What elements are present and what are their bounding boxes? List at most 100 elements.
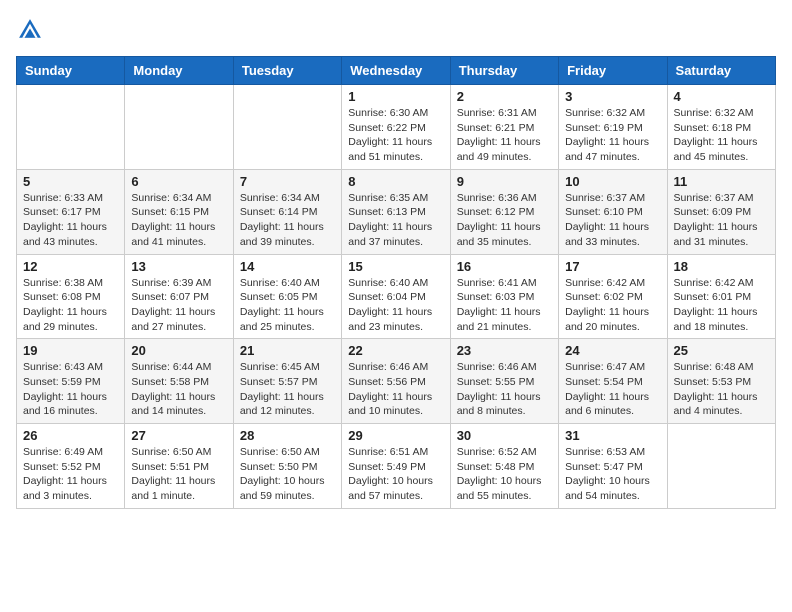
calendar-cell: 1 Sunrise: 6:30 AM Sunset: 6:22 PM Daylig… [342,85,450,170]
page-header [16,16,776,44]
calendar-cell [125,85,233,170]
day-info: Sunrise: 6:46 AM Sunset: 5:55 PM Dayligh… [457,360,552,419]
day-number: 25 [674,343,769,358]
day-number: 20 [131,343,226,358]
day-info: Sunrise: 6:37 AM Sunset: 6:09 PM Dayligh… [674,191,769,250]
day-info: Sunrise: 6:36 AM Sunset: 6:12 PM Dayligh… [457,191,552,250]
calendar-cell: 30 Sunrise: 6:52 AM Sunset: 5:48 PM Dayli… [450,424,558,509]
calendar-cell: 3 Sunrise: 6:32 AM Sunset: 6:19 PM Daylig… [559,85,667,170]
weekday-header: Wednesday [342,57,450,85]
day-number: 16 [457,259,552,274]
day-number: 19 [23,343,118,358]
day-number: 8 [348,174,443,189]
calendar-cell [17,85,125,170]
calendar-cell: 19 Sunrise: 6:43 AM Sunset: 5:59 PM Dayli… [17,339,125,424]
calendar-cell: 31 Sunrise: 6:53 AM Sunset: 5:47 PM Dayli… [559,424,667,509]
day-info: Sunrise: 6:40 AM Sunset: 6:04 PM Dayligh… [348,276,443,335]
day-number: 21 [240,343,335,358]
day-number: 4 [674,89,769,104]
day-info: Sunrise: 6:41 AM Sunset: 6:03 PM Dayligh… [457,276,552,335]
day-info: Sunrise: 6:45 AM Sunset: 5:57 PM Dayligh… [240,360,335,419]
calendar-cell: 9 Sunrise: 6:36 AM Sunset: 6:12 PM Daylig… [450,169,558,254]
day-number: 31 [565,428,660,443]
day-number: 29 [348,428,443,443]
logo-icon [16,16,44,44]
calendar-header-row: SundayMondayTuesdayWednesdayThursdayFrid… [17,57,776,85]
calendar-cell: 27Sunrise: 6:50 AM Sunset: 5:51 PM Dayli… [125,424,233,509]
calendar-cell: 28Sunrise: 6:50 AM Sunset: 5:50 PM Dayli… [233,424,341,509]
calendar-cell: 22 Sunrise: 6:46 AM Sunset: 5:56 PM Dayli… [342,339,450,424]
day-number: 9 [457,174,552,189]
calendar-cell: 23 Sunrise: 6:46 AM Sunset: 5:55 PM Dayli… [450,339,558,424]
calendar-cell: 16 Sunrise: 6:41 AM Sunset: 6:03 PM Dayli… [450,254,558,339]
day-number: 11 [674,174,769,189]
calendar-cell: 5 Sunrise: 6:33 AM Sunset: 6:17 PM Daylig… [17,169,125,254]
calendar-cell: 12 Sunrise: 6:38 AM Sunset: 6:08 PM Dayli… [17,254,125,339]
calendar-cell: 17 Sunrise: 6:42 AM Sunset: 6:02 PM Dayli… [559,254,667,339]
day-number: 18 [674,259,769,274]
day-number: 2 [457,89,552,104]
day-number: 17 [565,259,660,274]
day-info: Sunrise: 6:37 AM Sunset: 6:10 PM Dayligh… [565,191,660,250]
calendar-cell: 20 Sunrise: 6:44 AM Sunset: 5:58 PM Dayli… [125,339,233,424]
weekday-header: Monday [125,57,233,85]
logo [16,16,48,44]
day-number: 27 [131,428,226,443]
calendar-cell: 7 Sunrise: 6:34 AM Sunset: 6:14 PM Daylig… [233,169,341,254]
day-info: Sunrise: 6:42 AM Sunset: 6:02 PM Dayligh… [565,276,660,335]
day-info: Sunrise: 6:34 AM Sunset: 6:14 PM Dayligh… [240,191,335,250]
day-info: Sunrise: 6:33 AM Sunset: 6:17 PM Dayligh… [23,191,118,250]
calendar-cell: 21 Sunrise: 6:45 AM Sunset: 5:57 PM Dayli… [233,339,341,424]
day-number: 15 [348,259,443,274]
day-info: Sunrise: 6:46 AM Sunset: 5:56 PM Dayligh… [348,360,443,419]
calendar-cell: 18 Sunrise: 6:42 AM Sunset: 6:01 PM Dayli… [667,254,775,339]
day-number: 26 [23,428,118,443]
day-info: Sunrise: 6:30 AM Sunset: 6:22 PM Dayligh… [348,106,443,165]
calendar-cell: 11 Sunrise: 6:37 AM Sunset: 6:09 PM Dayli… [667,169,775,254]
calendar-cell: 24 Sunrise: 6:47 AM Sunset: 5:54 PM Dayli… [559,339,667,424]
day-number: 30 [457,428,552,443]
calendar-cell: 6Sunrise: 6:34 AM Sunset: 6:15 PM Daylig… [125,169,233,254]
day-info: Sunrise: 6:43 AM Sunset: 5:59 PM Dayligh… [23,360,118,419]
calendar-week-row: 1 Sunrise: 6:30 AM Sunset: 6:22 PM Daylig… [17,85,776,170]
weekday-header: Saturday [667,57,775,85]
calendar-cell: 25 Sunrise: 6:48 AM Sunset: 5:53 PM Dayli… [667,339,775,424]
day-info: Sunrise: 6:32 AM Sunset: 6:18 PM Dayligh… [674,106,769,165]
calendar-cell: 29 Sunrise: 6:51 AM Sunset: 5:49 PM Dayli… [342,424,450,509]
day-info: Sunrise: 6:44 AM Sunset: 5:58 PM Dayligh… [131,360,226,419]
day-info: Sunrise: 6:53 AM Sunset: 5:47 PM Dayligh… [565,445,660,504]
day-info: Sunrise: 6:39 AM Sunset: 6:07 PM Dayligh… [131,276,226,335]
calendar-week-row: 19 Sunrise: 6:43 AM Sunset: 5:59 PM Dayli… [17,339,776,424]
day-number: 23 [457,343,552,358]
day-number: 12 [23,259,118,274]
weekday-header: Sunday [17,57,125,85]
calendar-table: SundayMondayTuesdayWednesdayThursdayFrid… [16,56,776,509]
day-info: Sunrise: 6:49 AM Sunset: 5:52 PM Dayligh… [23,445,118,504]
day-info: Sunrise: 6:42 AM Sunset: 6:01 PM Dayligh… [674,276,769,335]
day-number: 7 [240,174,335,189]
day-info: Sunrise: 6:51 AM Sunset: 5:49 PM Dayligh… [348,445,443,504]
calendar-cell: 15 Sunrise: 6:40 AM Sunset: 6:04 PM Dayli… [342,254,450,339]
day-number: 1 [348,89,443,104]
calendar-week-row: 26 Sunrise: 6:49 AM Sunset: 5:52 PM Dayli… [17,424,776,509]
day-number: 3 [565,89,660,104]
calendar-week-row: 12 Sunrise: 6:38 AM Sunset: 6:08 PM Dayli… [17,254,776,339]
calendar-week-row: 5 Sunrise: 6:33 AM Sunset: 6:17 PM Daylig… [17,169,776,254]
weekday-header: Tuesday [233,57,341,85]
day-info: Sunrise: 6:38 AM Sunset: 6:08 PM Dayligh… [23,276,118,335]
calendar-cell: 26 Sunrise: 6:49 AM Sunset: 5:52 PM Dayli… [17,424,125,509]
day-info: Sunrise: 6:47 AM Sunset: 5:54 PM Dayligh… [565,360,660,419]
weekday-header: Thursday [450,57,558,85]
calendar-cell [667,424,775,509]
calendar-cell: 4 Sunrise: 6:32 AM Sunset: 6:18 PM Daylig… [667,85,775,170]
day-number: 24 [565,343,660,358]
day-info: Sunrise: 6:40 AM Sunset: 6:05 PM Dayligh… [240,276,335,335]
day-info: Sunrise: 6:32 AM Sunset: 6:19 PM Dayligh… [565,106,660,165]
day-number: 13 [131,259,226,274]
day-info: Sunrise: 6:48 AM Sunset: 5:53 PM Dayligh… [674,360,769,419]
day-number: 5 [23,174,118,189]
day-number: 10 [565,174,660,189]
day-info: Sunrise: 6:52 AM Sunset: 5:48 PM Dayligh… [457,445,552,504]
weekday-header: Friday [559,57,667,85]
day-number: 22 [348,343,443,358]
